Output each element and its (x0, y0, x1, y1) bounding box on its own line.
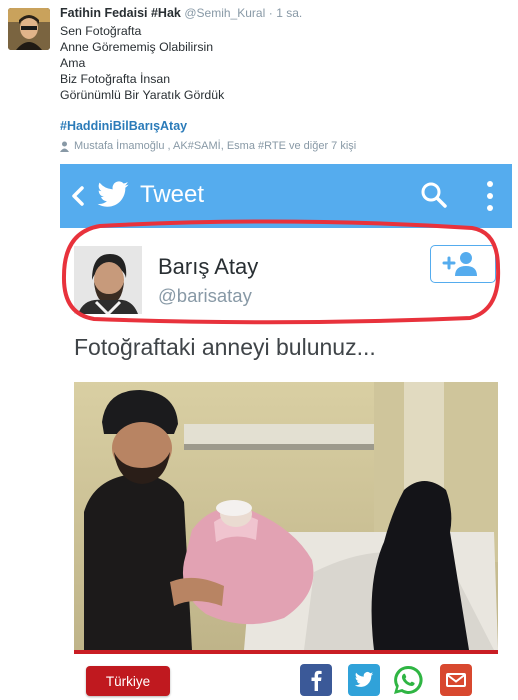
tweet-header: Fatihin Fedaisi #Hak @Semih_Kural · 1 sa… (60, 6, 302, 20)
attached-screenshot[interactable]: Tweet Barış Atay @barisatay Fotoğraftaki… (60, 164, 512, 700)
tweet-line: Sen Fotoğrafta (60, 24, 142, 38)
share-bar: Türkiye (74, 650, 498, 700)
avatar-image (8, 8, 50, 50)
mail-share-button[interactable] (440, 664, 472, 696)
retweeted-by-text[interactable]: Mustafa İmamoğlu , AK#SAMİ, Esma #RTE ve… (74, 140, 356, 152)
more-vertical-icon[interactable] (482, 178, 498, 214)
news-photo[interactable] (74, 382, 498, 650)
facebook-share-button[interactable] (300, 664, 332, 696)
tweet-line: Anne Görememiş Olabilirsin (60, 40, 214, 54)
author-name[interactable]: Fatihin Fedaisi #Hak (60, 6, 181, 20)
profile-handle[interactable]: @barisatay (158, 285, 252, 307)
person-icon (60, 141, 69, 152)
twitter-share-button[interactable] (348, 664, 380, 696)
category-button[interactable]: Türkiye (86, 666, 170, 696)
embedded-tweet-text: Fotoğraftaki anneyi bulunuz... (74, 334, 376, 360)
tweet-line: Ama (60, 56, 86, 70)
whatsapp-icon (394, 665, 423, 694)
profile-avatar[interactable] (74, 246, 142, 314)
hashtag-link[interactable]: #HaddiniBilBarışAtay (60, 119, 187, 133)
profile-avatar-image (74, 246, 142, 314)
twitter-icon (354, 672, 374, 687)
facebook-icon (311, 670, 322, 691)
tweet-text: Sen Fotoğrafta Anne Görememiş Olabilirsi… (60, 23, 224, 103)
profile-name[interactable]: Barış Atay (158, 254, 258, 280)
author-avatar[interactable] (8, 8, 50, 50)
tweet-time[interactable]: 1 sa. (276, 6, 302, 20)
app-bar: Tweet (60, 164, 512, 228)
outer-tweet: Fatihin Fedaisi #Hak @Semih_Kural · 1 sa… (0, 0, 518, 162)
photo-image (74, 382, 498, 650)
author-handle[interactable]: @Semih_Kural (184, 6, 265, 20)
whatsapp-share-button[interactable] (392, 664, 424, 696)
tweet-line: Görünümlü Bir Yaratık Gördük (60, 88, 225, 102)
profile-card: Barış Atay @barisatay (60, 228, 512, 328)
back-arrow-icon[interactable] (68, 182, 88, 210)
follow-user-icon (442, 252, 477, 276)
mail-icon (446, 673, 466, 687)
time-separator: · (268, 6, 273, 20)
retweeted-by: Mustafa İmamoğlu , AK#SAMİ, Esma #RTE ve… (60, 140, 356, 152)
tweet-line: Biz Fotoğrafta İnsan (60, 72, 171, 86)
app-bar-title: Tweet (140, 181, 205, 208)
follow-button[interactable] (430, 245, 496, 283)
search-icon[interactable] (420, 181, 448, 209)
twitter-bird-icon (97, 181, 129, 207)
